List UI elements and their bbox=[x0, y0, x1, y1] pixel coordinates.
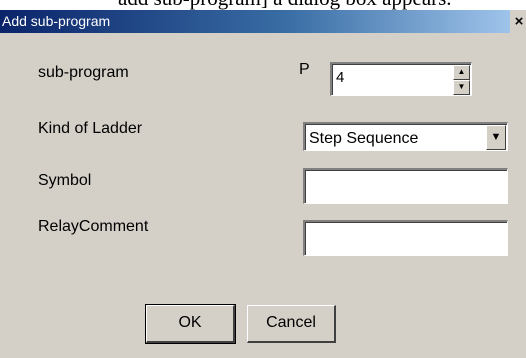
subprogram-label: sub-program bbox=[38, 64, 129, 81]
spinner-up-button[interactable]: ▲ bbox=[453, 65, 470, 80]
spinner-down-button[interactable]: ▼ bbox=[453, 80, 470, 95]
kind-of-ladder-value: Step Sequence bbox=[309, 130, 419, 147]
spinner-buttons: ▲ ▼ bbox=[453, 65, 470, 95]
relay-comment-label: RelayComment bbox=[38, 218, 149, 235]
symbol-label: Symbol bbox=[38, 172, 92, 189]
subprogram-value[interactable]: 4 bbox=[336, 69, 344, 86]
arrow-up-icon: ▲ bbox=[457, 67, 466, 76]
kind-of-ladder-select[interactable]: Step Sequence ▼ bbox=[303, 122, 508, 151]
chevron-down-icon: ▼ bbox=[490, 131, 502, 143]
subprogram-prefix: P bbox=[299, 61, 310, 78]
dialog-title: Add sub-program bbox=[2, 13, 111, 29]
dialog-titlebar[interactable]: Add sub-program × bbox=[0, 10, 526, 33]
symbol-input[interactable] bbox=[303, 168, 508, 204]
kind-of-ladder-label: Kind of Ladder bbox=[38, 120, 143, 137]
close-button[interactable]: × bbox=[510, 10, 526, 33]
kind-of-ladder-dropdown-button[interactable]: ▼ bbox=[486, 125, 506, 150]
document-background-text: add sub-program] a dialog box appears. bbox=[0, 0, 526, 10]
add-subprogram-dialog: Add sub-program × sub-program P 4 ▲ ▼ Ki… bbox=[0, 10, 526, 358]
arrow-down-icon: ▼ bbox=[457, 82, 466, 91]
subprogram-spinner[interactable]: 4 ▲ ▼ bbox=[330, 62, 472, 96]
cancel-button[interactable]: Cancel bbox=[247, 305, 336, 343]
relay-comment-input[interactable] bbox=[303, 220, 508, 256]
close-icon: × bbox=[514, 13, 524, 30]
ok-button[interactable]: OK bbox=[145, 304, 236, 344]
